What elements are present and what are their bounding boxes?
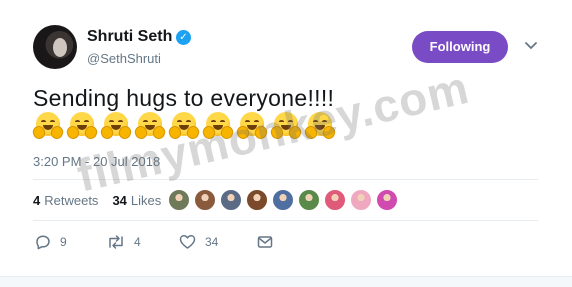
reply-action[interactable]: 9	[35, 234, 107, 250]
hugging-face-emoji	[269, 111, 303, 141]
user-name[interactable]: Shruti Seth	[87, 28, 172, 46]
heart-icon	[179, 235, 196, 249]
retweets-label: Retweets	[44, 193, 99, 208]
liker-avatar[interactable]	[350, 189, 372, 211]
hugging-face-emoji	[31, 111, 65, 141]
hugging-face-emoji	[133, 111, 167, 141]
like-count: 34	[205, 235, 219, 249]
liker-avatar[interactable]	[194, 189, 216, 211]
verified-badge-icon: ✓	[176, 30, 191, 45]
reply-icon	[36, 235, 50, 250]
user-handle[interactable]: @SethShruti	[87, 51, 161, 66]
likes-stat[interactable]: 34 Likes	[112, 193, 161, 208]
liker-avatars	[168, 189, 398, 211]
tweet-stats: 4 Retweets 34 Likes	[33, 193, 175, 208]
liker-avatar[interactable]	[376, 189, 398, 211]
liker-avatar[interactable]	[324, 189, 346, 211]
tweet-card: Shruti Seth ✓ @SethShruti Following Send…	[0, 0, 572, 287]
direct-message-action[interactable]	[257, 235, 273, 249]
emoji-row	[31, 111, 337, 143]
divider	[33, 220, 538, 221]
tweet-actions: 9 4 34	[35, 234, 273, 250]
envelope-icon	[257, 236, 273, 248]
chevron-down-icon[interactable]	[524, 41, 538, 51]
hugging-face-emoji	[99, 111, 133, 141]
retweet-count: 4	[134, 235, 141, 249]
liker-avatar[interactable]	[246, 189, 268, 211]
retweets-count: 4	[33, 193, 41, 208]
likes-count: 34	[112, 193, 127, 208]
likes-label: Likes	[130, 193, 162, 208]
tweet-timestamp[interactable]: 3:20 PM - 20 Jul 2018	[33, 154, 160, 169]
retweet-action[interactable]: 4	[107, 234, 179, 250]
following-button[interactable]: Following	[412, 31, 508, 63]
liker-avatar[interactable]	[168, 189, 190, 211]
hugging-face-emoji	[235, 111, 269, 141]
liker-avatar[interactable]	[220, 189, 242, 211]
hugging-face-emoji	[303, 111, 337, 141]
hugging-face-emoji	[201, 111, 235, 141]
liker-avatar[interactable]	[298, 189, 320, 211]
avatar[interactable]	[33, 25, 77, 69]
hugging-face-emoji	[65, 111, 99, 141]
hugging-face-emoji	[167, 111, 201, 141]
like-action[interactable]: 34	[179, 234, 257, 250]
tweet-text: Sending hugs to everyone!!!!	[33, 85, 335, 111]
retweet-icon	[109, 235, 123, 249]
retweets-stat[interactable]: 4 Retweets	[33, 193, 98, 208]
liker-avatar[interactable]	[272, 189, 294, 211]
reply-count: 9	[60, 235, 67, 249]
divider	[33, 179, 538, 180]
reply-bar	[0, 276, 572, 287]
